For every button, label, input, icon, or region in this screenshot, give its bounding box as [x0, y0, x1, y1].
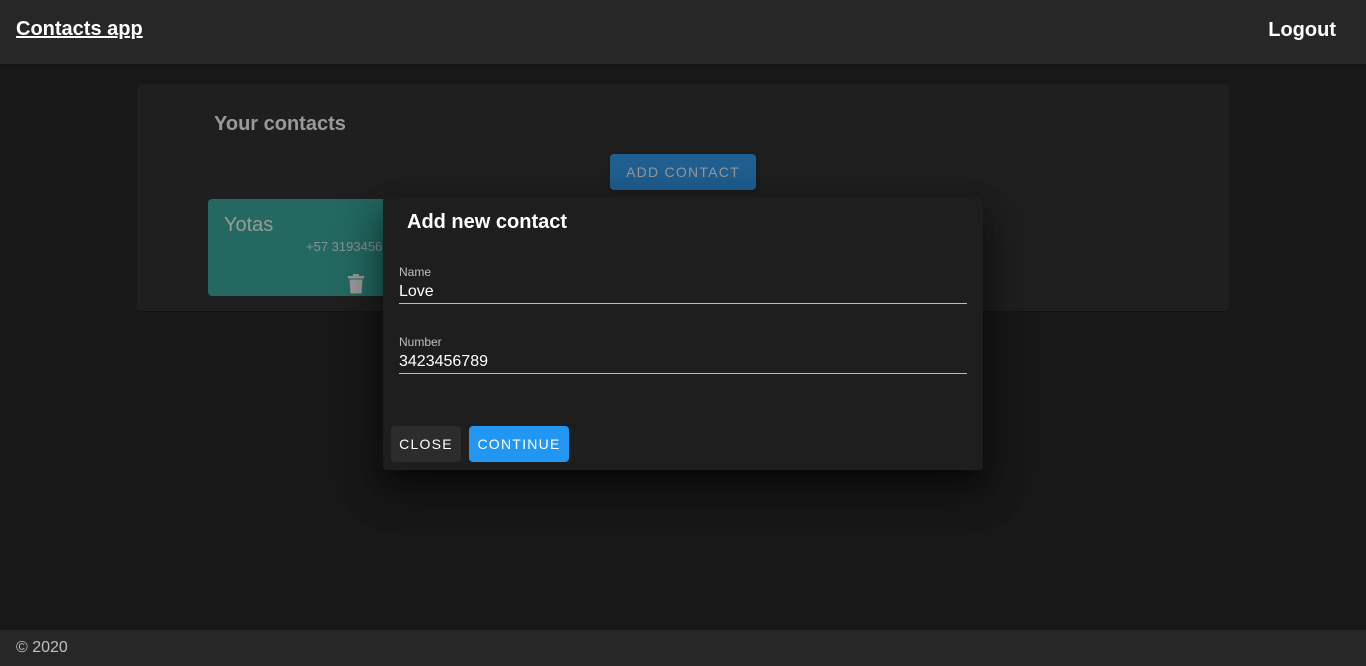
footer: © 2020 — [0, 630, 1366, 666]
number-field-label: Number — [399, 335, 442, 349]
number-field: Number — [399, 335, 967, 375]
app-title-link[interactable]: Contacts app — [16, 18, 143, 41]
name-field: Name — [399, 265, 967, 305]
name-field-label: Name — [399, 265, 432, 279]
dialog-title: Add new contact — [407, 211, 568, 233]
name-input[interactable] — [399, 280, 967, 304]
app-bar: Contacts app Logout — [0, 0, 1366, 64]
close-button[interactable]: CLOSE — [391, 426, 461, 462]
logout-link[interactable]: Logout — [1268, 19, 1336, 42]
add-contact-dialog: Add new contact Name Number CLOSE CONTIN… — [383, 197, 983, 470]
number-input[interactable] — [399, 350, 967, 374]
copyright-text: © 2020 — [16, 639, 68, 656]
continue-button[interactable]: CONTINUE — [469, 426, 569, 462]
